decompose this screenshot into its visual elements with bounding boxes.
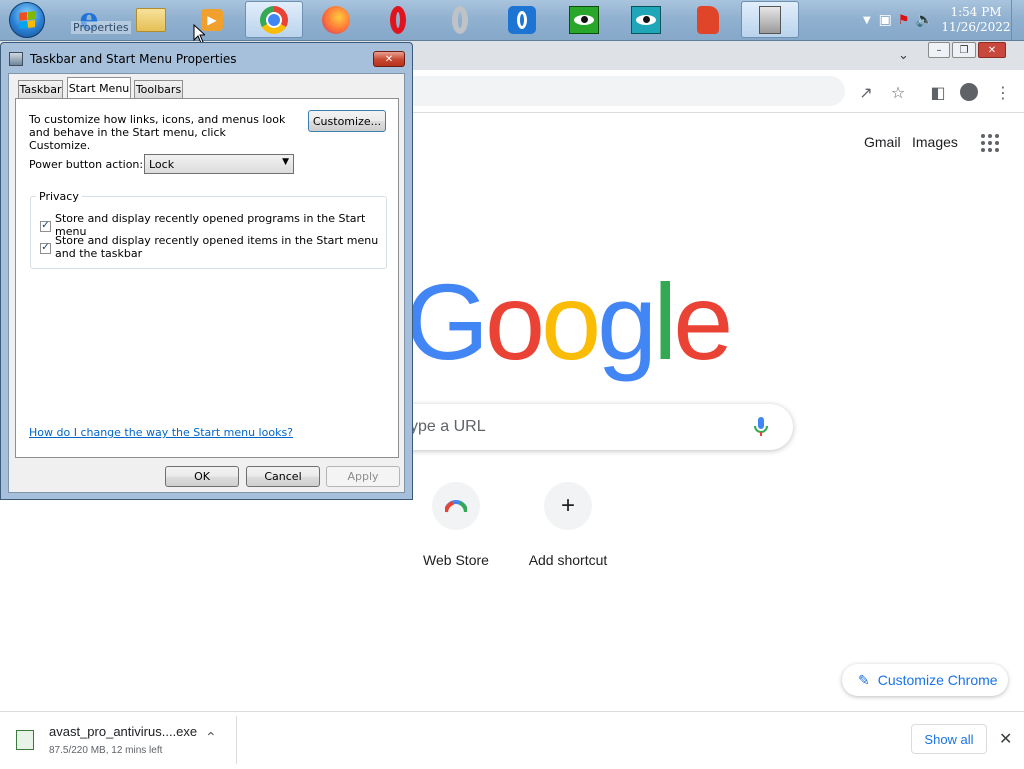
- taskbar-face-app[interactable]: [679, 1, 737, 38]
- profile-icon[interactable]: [960, 83, 978, 101]
- logo-letter: g: [597, 261, 657, 382]
- start-button[interactable]: [0, 1, 54, 38]
- show-hidden-icons[interactable]: ▼: [863, 15, 871, 26]
- download-status: 87.5/220 MB, 12 mins left: [49, 745, 163, 756]
- power-button-label: Power button action:: [29, 158, 144, 171]
- gmail-link[interactable]: Gmail: [864, 134, 901, 150]
- power-button-select[interactable]: Lock ▼: [144, 154, 294, 174]
- share-icon[interactable]: ↗: [857, 83, 875, 102]
- logo-letter: G: [405, 261, 489, 382]
- taskbar-eye-green[interactable]: [555, 1, 613, 38]
- recent-items-label: Store and display recently opened items …: [55, 234, 379, 260]
- images-link[interactable]: Images: [912, 134, 958, 150]
- taskbar-media-player[interactable]: ▶: [183, 1, 241, 38]
- taskbar-server-app[interactable]: [741, 1, 799, 38]
- opera-gray-icon: [452, 5, 468, 34]
- download-shelf: avast_pro_antivirus....exe 87.5/220 MB, …: [0, 711, 1024, 769]
- logo-letter: l: [653, 261, 677, 382]
- address-bar[interactable]: [405, 76, 845, 106]
- tab-toolbars[interactable]: Toolbars: [134, 80, 183, 98]
- opera-blue-icon: [508, 5, 536, 34]
- action-center-icon[interactable]: ⚑: [898, 13, 910, 28]
- ok-button[interactable]: OK: [165, 466, 239, 487]
- shortcut-add[interactable]: + Add shortcut: [508, 482, 628, 568]
- show-all-button[interactable]: Show all: [911, 724, 987, 754]
- help-link[interactable]: How do I change the way the Start menu l…: [29, 426, 293, 439]
- shortcut-label: Web Store: [423, 552, 489, 568]
- dialog-app-icon: [9, 52, 23, 66]
- dialog-body: Taskbar Start Menu Toolbars To customize…: [8, 73, 405, 493]
- customize-button[interactable]: Customize...: [308, 110, 386, 132]
- close-shelf-icon[interactable]: ✕: [999, 729, 1012, 748]
- divider: [236, 716, 237, 764]
- taskbar-opera-gray[interactable]: [431, 1, 489, 38]
- web-store-icon: [432, 482, 480, 530]
- tab-panel: To customize how links, icons, and menus…: [15, 98, 399, 458]
- firefox-icon: [322, 5, 350, 34]
- plus-icon: +: [544, 482, 592, 530]
- search-placeholder: ype a URL: [410, 418, 486, 435]
- taskbar-firefox[interactable]: [307, 1, 365, 38]
- customize-chrome-button[interactable]: ✎ Customize Chrome: [842, 664, 1008, 696]
- tab-search-icon[interactable]: ⌄: [898, 48, 909, 63]
- folder-icon: [136, 7, 166, 32]
- taskbar: e Properties ▶ ▼ ▣ ⚑ 🔈 1:54 PM 11/26/202…: [0, 0, 1024, 41]
- pencil-icon: ✎: [858, 671, 870, 688]
- logo-letter: o: [485, 261, 545, 382]
- apps-grid-icon[interactable]: [981, 134, 999, 152]
- windows-orb-icon: [9, 1, 45, 38]
- server-app-icon: [759, 5, 781, 34]
- recent-items-checkbox[interactable]: ✓: [40, 235, 51, 254]
- side-panel-icon[interactable]: ◧: [929, 83, 947, 102]
- taskbar-opera-blue[interactable]: [493, 1, 551, 38]
- search-box[interactable]: ype a URL: [380, 404, 793, 450]
- dialog-close-button[interactable]: ✕: [373, 51, 405, 67]
- properties-dialog: Taskbar and Start Menu Properties ✕ Task…: [0, 42, 413, 500]
- power-button-value: Lock: [149, 158, 175, 171]
- microphone-icon[interactable]: [754, 416, 768, 442]
- apply-button[interactable]: Apply: [326, 466, 400, 487]
- taskbar-explorer[interactable]: [122, 1, 180, 38]
- chrome-icon: [260, 5, 288, 34]
- dropdown-arrow-icon: ▼: [282, 157, 289, 167]
- google-logo: Google: [405, 261, 733, 382]
- logo-letter: e: [673, 261, 733, 382]
- download-file-icon: [16, 730, 34, 750]
- clock-time: 1:54 PM: [950, 5, 1002, 19]
- face-app-icon: [697, 5, 719, 34]
- chrome-menu-icon[interactable]: ⋮: [994, 83, 1012, 102]
- taskbar-chrome[interactable]: [245, 1, 303, 38]
- download-filename[interactable]: avast_pro_antivirus....exe: [49, 724, 197, 739]
- logo-letter: o: [541, 261, 601, 382]
- tab-taskbar[interactable]: Taskbar: [18, 80, 63, 98]
- network-icon[interactable]: ▣: [879, 12, 892, 28]
- restore-button[interactable]: ❐: [952, 42, 976, 58]
- eye-teal-icon: [631, 5, 661, 34]
- opera-icon: [390, 5, 406, 34]
- recent-programs-checkbox[interactable]: ✓: [40, 213, 51, 232]
- close-window-button[interactable]: ✕: [978, 42, 1006, 58]
- checkmark-icon: ✓: [40, 242, 51, 254]
- system-tray: ▼ ▣ ⚑ 🔈 1:54 PM 11/26/2022: [863, 0, 1024, 40]
- minimize-button[interactable]: –: [928, 42, 950, 58]
- clock[interactable]: 1:54 PM 11/26/2022: [941, 5, 1011, 35]
- show-desktop-button[interactable]: [1011, 0, 1024, 40]
- checkmark-icon: ✓: [40, 220, 51, 232]
- customize-chrome-label: Customize Chrome: [877, 672, 998, 688]
- tab-start-menu[interactable]: Start Menu: [67, 77, 131, 98]
- taskbar-opera[interactable]: [369, 1, 427, 38]
- download-menu-chevron-icon[interactable]: ⌃: [205, 730, 217, 746]
- volume-icon[interactable]: 🔈: [916, 12, 933, 28]
- clock-date: 11/26/2022: [941, 20, 1011, 34]
- taskbar-eye-teal[interactable]: [617, 1, 675, 38]
- cancel-button[interactable]: Cancel: [246, 466, 320, 487]
- eye-green-icon: [569, 5, 599, 34]
- shortcut-label: Add shortcut: [528, 552, 608, 568]
- start-menu-description: To customize how links, icons, and menus…: [29, 113, 286, 152]
- bookmark-star-icon[interactable]: ☆: [889, 83, 907, 102]
- shortcut-web-store[interactable]: Web Store: [396, 482, 516, 568]
- dialog-title: Taskbar and Start Menu Properties: [30, 52, 237, 66]
- privacy-group-label: Privacy: [36, 190, 82, 203]
